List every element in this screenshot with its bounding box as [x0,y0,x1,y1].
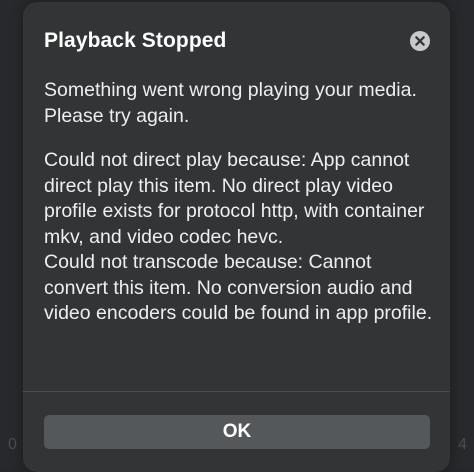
direct-play-error: Could not direct play because: App canno… [44,149,425,248]
ok-button[interactable]: OK [44,415,430,449]
dialog-title: Playback Stopped [44,29,227,52]
playback-error-dialog: Playback Stopped Something went wrong pl… [23,2,450,472]
transcode-error: Could not transcode because: Cannot conv… [44,251,433,324]
background-text-left: 0 [8,436,17,453]
background-text-right: 4 [458,436,467,453]
close-button[interactable] [410,31,430,51]
error-details: Could not direct play because: App canno… [44,148,439,327]
close-icon [415,36,425,46]
error-message: Something went wrong playing your media.… [44,79,417,127]
footer-divider [23,391,450,392]
